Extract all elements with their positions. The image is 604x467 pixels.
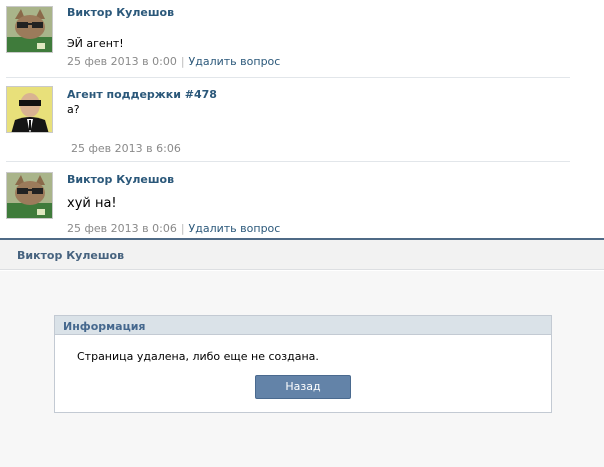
panel-title: Виктор Кулешов [17,249,125,262]
meta-separator: | [180,222,185,235]
message-date[interactable]: 25 фев 2013 в 0:06 [67,222,177,235]
info-box-header: Информация [55,316,551,335]
panel-header: Виктор Кулешов [0,240,604,270]
delete-question-link[interactable]: Удалить вопрос [189,222,281,235]
message-text: хуй на! [67,196,117,211]
message-text: а? [67,103,80,116]
cat-avatar-icon[interactable] [6,172,53,219]
message-divider [6,161,570,162]
info-box: Информация Страница удалена, либо еще не… [54,315,552,413]
back-button[interactable]: Назад [255,375,351,399]
delete-question-link[interactable]: Удалить вопрос [189,55,281,68]
message-date[interactable]: 25 фев 2013 в 0:00 [67,55,177,68]
info-box-title: Информация [63,320,146,333]
message-divider [6,77,570,78]
cat-avatar-icon[interactable] [6,6,53,53]
meta-separator: | [180,55,185,68]
message-text: ЭЙ агент! [67,37,124,50]
message-author[interactable]: Агент поддержки #478 [67,88,217,101]
message-author[interactable]: Виктор Кулешов [67,6,174,19]
agent-in-suit-avatar-icon[interactable] [6,86,53,133]
info-message: Страница удалена, либо еще не создана. [77,350,319,363]
message-meta: 25 фев 2013 в 0:06 | Удалить вопрос [67,222,280,235]
message-meta: 25 фев 2013 в 0:00 | Удалить вопрос [67,55,280,68]
message-date[interactable]: 25 фев 2013 в 6:06 [71,142,181,155]
message-author[interactable]: Виктор Кулешов [67,173,174,186]
